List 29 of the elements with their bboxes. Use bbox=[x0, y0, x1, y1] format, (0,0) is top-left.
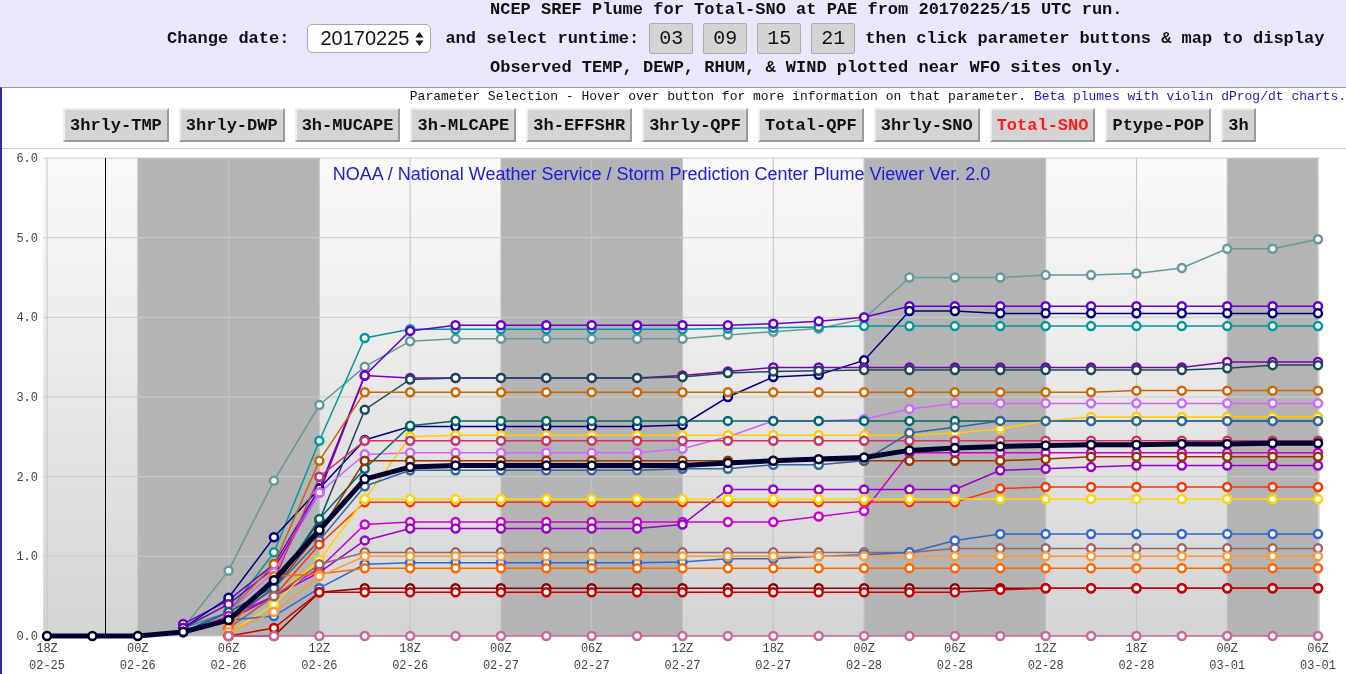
x-tick-label: 00Z 02-28 bbox=[846, 642, 883, 673]
y-tick-label: 2.0 bbox=[16, 470, 38, 485]
parameter-caption: Parameter Selection - Hover over button for more information on that parameter. bbox=[409, 89, 1028, 104]
y-tick-label: 3.0 bbox=[16, 391, 38, 405]
x-tick-label: 06Z 02-28 bbox=[936, 642, 973, 673]
x-tick-label: 00Z 02-27 bbox=[482, 642, 519, 673]
x-tick-label: 18Z 02-28 bbox=[1118, 642, 1155, 673]
x-tick-label: 06Z 03-01 bbox=[1300, 642, 1336, 673]
page-title: NCEP SREF Plume for Total-SNO at PAE from 20170225/15 UTC run. bbox=[490, 0, 1123, 19]
x-tick-label: 00Z 03-01 bbox=[1209, 642, 1246, 673]
chart-title: NOAA / National Weather Service / Storm Prediction Center Plume Viewer Ver. 2.0 bbox=[332, 164, 991, 184]
x-tick-label: 12Z 02-28 bbox=[1027, 642, 1064, 673]
y-tick-label: 5.0 bbox=[16, 231, 38, 246]
x-tick-label: 18Z 02-27 bbox=[755, 642, 792, 673]
x-tick-label: 18Z 02-25 bbox=[29, 642, 65, 673]
y-tick-label: 6.0 bbox=[16, 152, 38, 166]
x-tick-label: 18Z 02-26 bbox=[392, 642, 429, 673]
x-tick-label: 12Z 02-26 bbox=[301, 642, 338, 673]
y-tick-label: 4.0 bbox=[16, 311, 38, 326]
observation-note: Observed TEMP, DEWP, RHUM, & WIND plotted near WFO sites only. bbox=[490, 58, 1123, 77]
x-tick-label: 06Z 02-27 bbox=[573, 642, 610, 673]
instructions-text: then click parameter buttons & map to display bbox=[865, 29, 1325, 48]
y-tick-label: 0.0 bbox=[16, 630, 38, 644]
runtime-label: and select runtime: bbox=[445, 29, 640, 48]
y-tick-label: 1.0 bbox=[16, 550, 38, 565]
x-tick-label: 00Z 02-26 bbox=[119, 642, 156, 673]
x-tick-label: 06Z 02-26 bbox=[210, 642, 247, 673]
x-tick-label: 12Z 02-27 bbox=[664, 642, 701, 673]
date-label: Change date: bbox=[167, 29, 290, 48]
